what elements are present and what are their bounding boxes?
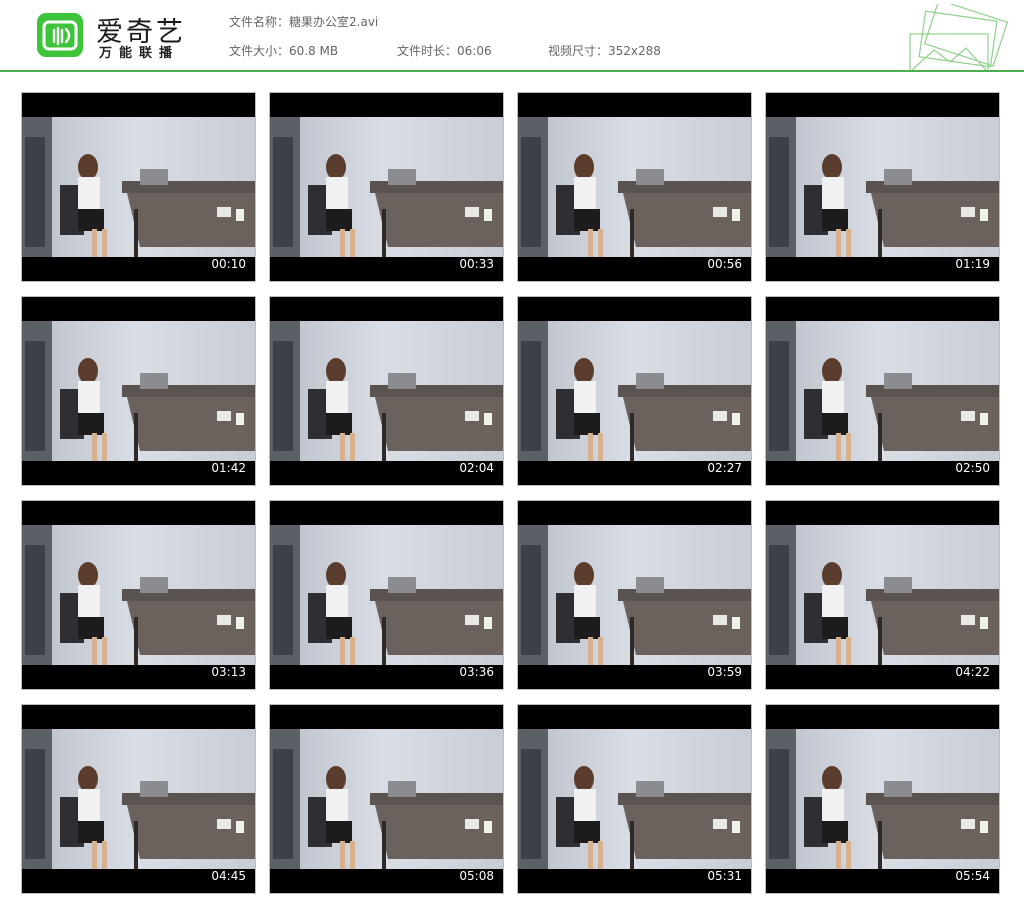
video-frame-image (766, 729, 999, 869)
thumbnail-timestamp: 04:22 (955, 665, 990, 679)
video-frame-image (270, 525, 503, 665)
video-thumbnail[interactable]: 05:08 (269, 704, 504, 894)
video-frame-image (270, 729, 503, 869)
thumbnail-timestamp: 05:31 (707, 869, 742, 883)
file-name-label: 文件名称： (229, 15, 290, 29)
thumbnail-timestamp: 04:45 (211, 869, 246, 883)
video-thumbnail[interactable]: 00:10 (21, 92, 256, 282)
video-resolution-value: 352x288 (608, 44, 661, 58)
video-frame-image (22, 729, 255, 869)
thumbnail-timestamp: 03:59 (707, 665, 742, 679)
video-resolution: 视频尺寸：352x288 (548, 42, 661, 59)
header-divider (0, 70, 1024, 72)
thumbnail-timestamp: 03:13 (211, 665, 246, 679)
video-frame-image (766, 321, 999, 461)
video-thumbnail[interactable]: 04:22 (765, 500, 1000, 690)
video-thumbnail[interactable]: 05:54 (765, 704, 1000, 894)
video-thumbnail[interactable]: 01:42 (21, 296, 256, 486)
video-frame-image (766, 525, 999, 665)
video-resolution-label: 视频尺寸： (548, 44, 609, 58)
thumbnail-timestamp: 01:42 (211, 461, 246, 475)
video-frame-image (22, 321, 255, 461)
video-thumbnail[interactable]: 02:50 (765, 296, 1000, 486)
thumbnail-timestamp: 02:27 (707, 461, 742, 475)
video-thumbnail[interactable]: 02:27 (517, 296, 752, 486)
file-name-value: 糖果办公室2.avi (289, 15, 379, 29)
video-frame-image (270, 117, 503, 257)
video-thumbnail[interactable]: 04:45 (21, 704, 256, 894)
video-thumbnail[interactable]: 02:04 (269, 296, 504, 486)
photo-stack-decoration (909, 4, 1009, 70)
thumbnail-timestamp: 02:04 (459, 461, 494, 475)
file-duration: 文件时长：06:06 (397, 42, 492, 59)
video-frame-image (22, 117, 255, 257)
thumbnail-timestamp: 05:08 (459, 869, 494, 883)
file-name: 文件名称：糖果办公室2.avi (229, 13, 378, 30)
thumbnail-timestamp: 01:19 (955, 257, 990, 271)
file-size-value: 60.8 MB (289, 44, 339, 58)
file-duration-value: 06:06 (457, 44, 492, 58)
header: 爱奇艺 万能联播 文件名称：糖果办公室2.avi 文件大小：60.8 MB 文件… (0, 0, 1024, 70)
brand-subtitle: 万能联播 (99, 46, 180, 61)
video-thumbnail[interactable]: 03:13 (21, 500, 256, 690)
video-frame-image (518, 525, 751, 665)
video-thumbnail[interactable]: 05:31 (517, 704, 752, 894)
thumbnail-timestamp: 02:50 (955, 461, 990, 475)
video-thumbnail[interactable]: 00:56 (517, 92, 752, 282)
file-size-label: 文件大小： (229, 44, 290, 58)
video-frame-image (518, 117, 751, 257)
thumbnail-timestamp: 03:36 (459, 665, 494, 679)
thumbnail-timestamp: 00:56 (707, 257, 742, 271)
video-frame-image (518, 321, 751, 461)
thumbnail-timestamp: 00:33 (459, 257, 494, 271)
video-frame-image (22, 525, 255, 665)
video-thumbnail[interactable]: 01:19 (765, 92, 1000, 282)
iqiyi-tv-icon (42, 20, 78, 51)
video-frame-image (766, 117, 999, 257)
video-thumbnail[interactable]: 03:59 (517, 500, 752, 690)
file-duration-label: 文件时长： (397, 44, 458, 58)
thumbnail-timestamp: 00:10 (211, 257, 246, 271)
video-frame-image (270, 321, 503, 461)
video-thumbnail[interactable]: 03:36 (269, 500, 504, 690)
video-thumbnail[interactable]: 00:33 (269, 92, 504, 282)
thumbnail-timestamp: 05:54 (955, 869, 990, 883)
video-frame-image (518, 729, 751, 869)
iqiyi-logo (37, 13, 83, 57)
file-size: 文件大小：60.8 MB (229, 42, 338, 59)
